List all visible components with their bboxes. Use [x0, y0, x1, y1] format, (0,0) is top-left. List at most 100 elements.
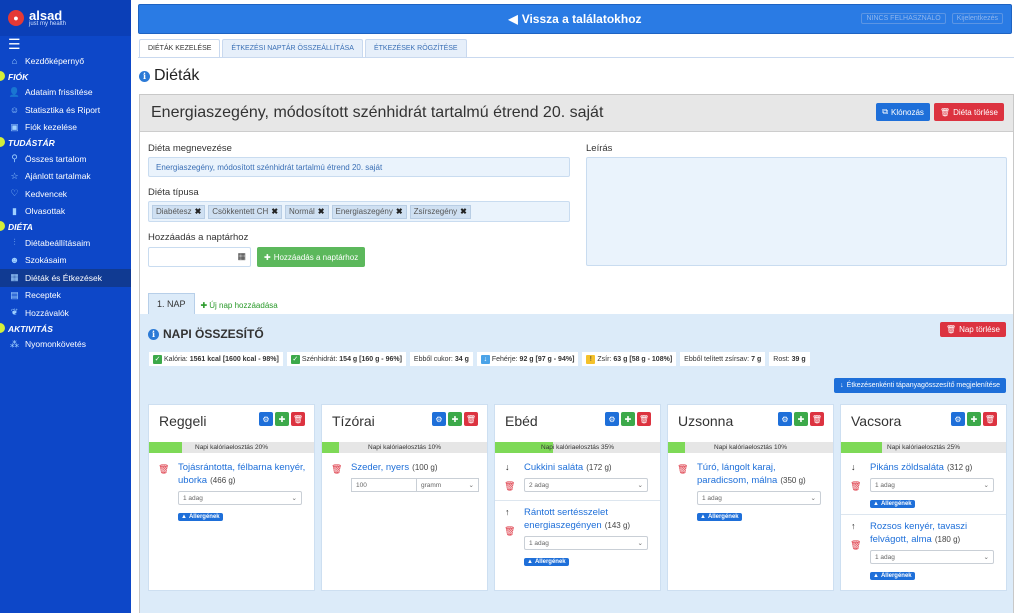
- trash-icon[interactable]: 🗑: [850, 481, 861, 492]
- sidebar-item-statistics[interactable]: ☺ Statisztika és Riport: [0, 101, 131, 119]
- settings-button[interactable]: ⚙: [432, 412, 446, 426]
- allergens-badge[interactable]: ▲ Allergének: [870, 572, 915, 580]
- settings-button[interactable]: ⚙: [778, 412, 792, 426]
- portion-select[interactable]: 1 adag ⌄: [870, 478, 994, 492]
- portion-select[interactable]: 2 adag ⌄: [524, 478, 648, 492]
- delete-meal-button[interactable]: 🗑: [291, 412, 305, 426]
- delete-diet-button[interactable]: 🗑 Diéta törlése: [933, 103, 1004, 121]
- move-down-icon[interactable]: ↓: [505, 462, 510, 472]
- delete-meal-button[interactable]: 🗑: [464, 412, 478, 426]
- food-link[interactable]: Cukkini saláta: [524, 462, 583, 473]
- plus-icon: ✚: [200, 300, 208, 310]
- portion-select[interactable]: 1 adag ⌄: [178, 491, 302, 505]
- back-to-results-button[interactable]: ◀ Vissza a találatokhoz NINCS FELHASZNÁL…: [138, 4, 1012, 34]
- portion-select[interactable]: 1 adag ⌄: [524, 536, 648, 550]
- chevron-down-icon: ⌄: [983, 482, 989, 489]
- sidebar-item-home[interactable]: ⌂ Kezdőképernyő: [0, 52, 131, 70]
- sidebar-section-aktivitas: AKTIVITÁS: [0, 322, 131, 336]
- remove-icon[interactable]: ✖: [318, 207, 325, 216]
- day-tab-1[interactable]: 1. NAP: [148, 293, 195, 314]
- trash-icon[interactable]: 🗑: [504, 481, 515, 492]
- quantity-input[interactable]: 100: [351, 478, 417, 492]
- settings-button[interactable]: ⚙: [259, 412, 273, 426]
- delete-meal-button[interactable]: 🗑: [637, 412, 651, 426]
- sidebar-item-ingredients[interactable]: ❦ Hozzávalók: [0, 304, 131, 322]
- delete-day-button[interactable]: 🗑 Nap törlése: [939, 322, 1006, 337]
- plus-icon: ✚: [970, 414, 978, 424]
- allergens-badge[interactable]: ▲ Allergének: [870, 500, 915, 508]
- add-food-button[interactable]: ✚: [448, 412, 462, 426]
- allergens-badge[interactable]: ▲ Allergének: [524, 558, 569, 566]
- users-icon: ☺: [9, 104, 20, 115]
- trash-icon[interactable]: 🗑: [677, 464, 688, 475]
- star-icon: ☆: [10, 170, 19, 181]
- move-down-icon[interactable]: ↓: [851, 462, 856, 472]
- tab-meal-recording[interactable]: ÉTKEZÉSEK RÖGZÍTÉSE: [364, 39, 467, 57]
- remove-icon[interactable]: ✖: [460, 207, 467, 216]
- brand-logo[interactable]: ● alsad just my health: [0, 0, 131, 36]
- sidebar-item-update-data[interactable]: 👤 Adataim frissítése: [0, 84, 131, 102]
- trash-icon[interactable]: 🗑: [331, 464, 342, 475]
- move-up-icon[interactable]: ↑: [505, 507, 510, 517]
- food-link[interactable]: Túró, lángolt karaj, paradicsom, málna: [697, 462, 777, 486]
- portion-select[interactable]: 1 adag ⌄: [870, 550, 994, 564]
- sidebar-item-account[interactable]: ▣ Fiók kezelése: [0, 119, 131, 137]
- hamburger-icon[interactable]: ☰: [0, 36, 131, 52]
- meal-card: Uzsonna ⚙ ✚ 🗑 Napi kalóriaelosztás 10% 🗑 Túró,…: [667, 404, 834, 591]
- diet-type-multiselect[interactable]: Diabétesz ✖ Csökkentett CH ✖ Normál ✖ Energ…: [148, 201, 570, 222]
- diet-type-chip[interactable]: Zsírszegény ✖: [409, 204, 471, 219]
- sidebar-item-tracking[interactable]: ⁂ Nyomonkövetés: [0, 336, 131, 354]
- remove-icon[interactable]: ✖: [271, 207, 278, 216]
- add-day-link[interactable]: ✚ Új nap hozzáadása: [201, 296, 278, 314]
- remove-icon[interactable]: ✖: [396, 207, 403, 216]
- date-input[interactable]: ▦: [148, 247, 251, 267]
- allergens-badge[interactable]: ▲ Allergének: [178, 513, 223, 521]
- arrow-down-icon: ↓: [480, 354, 490, 364]
- food-link[interactable]: Tojásrántotta, félbarna kenyér, uborka: [178, 462, 305, 486]
- show-meal-nutrient-summary-button[interactable]: ↓ Étkezésenkénti tápanyagösszesítő megjel…: [834, 378, 1006, 393]
- diet-type-chip[interactable]: Csökkentett CH ✖: [208, 204, 283, 219]
- sidebar-item-read[interactable]: ▮ Olvasottak: [0, 203, 131, 221]
- sidebar-item-habits[interactable]: ☻ Szokásaim: [0, 252, 131, 270]
- meal-card: Reggeli ⚙ ✚ 🗑 Napi kalóriaelosztás 20% 🗑 Tojás…: [148, 404, 315, 591]
- tab-diet-management[interactable]: DIÉTÁK KEZELÉSE: [139, 39, 221, 57]
- food-link[interactable]: Rántott sertésszelet energiaszegényen: [524, 507, 608, 531]
- clone-button[interactable]: ⧉ Klónozás: [876, 103, 930, 121]
- tab-meal-calendar[interactable]: ÉTKEZÉSI NAPTÁR ÖSSZEÁLLÍTÁSA: [222, 39, 363, 57]
- sidebar-item-favorites[interactable]: ♡ Kedvencek: [0, 185, 131, 203]
- add-food-button[interactable]: ✚: [794, 412, 808, 426]
- food-link[interactable]: Pikáns zöldsaláta: [870, 462, 944, 473]
- settings-button[interactable]: ⚙: [605, 412, 619, 426]
- delete-meal-button[interactable]: 🗑: [983, 412, 997, 426]
- portion-select[interactable]: 1 adag ⌄: [697, 491, 821, 505]
- settings-button[interactable]: ⚙: [951, 412, 965, 426]
- trash-icon[interactable]: 🗑: [158, 464, 169, 475]
- add-food-button[interactable]: ✚: [275, 412, 289, 426]
- trash-icon: 🗑: [939, 107, 951, 117]
- delete-meal-button[interactable]: 🗑: [810, 412, 824, 426]
- sidebar-item-recommended[interactable]: ☆ Ajánlott tartalmak: [0, 168, 131, 186]
- sidebar-item-diet-settings[interactable]: ⫶ Diétabeállításaim: [0, 234, 131, 252]
- add-food-button[interactable]: ✚: [967, 412, 981, 426]
- calorie-fill: [149, 442, 182, 453]
- diet-type-chip[interactable]: Energiaszegény ✖: [331, 204, 407, 219]
- sidebar-item-recipes[interactable]: ▤ Receptek: [0, 287, 131, 305]
- add-food-button[interactable]: ✚: [621, 412, 635, 426]
- calendar-icon[interactable]: ▦: [237, 251, 246, 262]
- allergens-badge[interactable]: ▲ Allergének: [697, 513, 742, 521]
- remove-icon[interactable]: ✖: [195, 207, 202, 216]
- trash-icon[interactable]: 🗑: [504, 526, 515, 537]
- description-textarea[interactable]: [586, 157, 1007, 266]
- logout-hint[interactable]: Kijelentkezés: [951, 13, 1003, 24]
- add-to-calendar-button[interactable]: ✚ Hozzáadás a naptárhoz: [257, 247, 366, 267]
- trash-icon[interactable]: 🗑: [850, 540, 861, 551]
- food-link[interactable]: Szeder, nyers: [351, 462, 409, 473]
- sidebar-item-all-content[interactable]: ⚲ Összes tartalom: [0, 150, 131, 168]
- diet-type-chip[interactable]: Diabétesz ✖: [152, 204, 206, 219]
- diet-type-chip[interactable]: Normál ✖: [285, 204, 329, 219]
- move-up-icon[interactable]: ↑: [851, 521, 856, 531]
- diet-name-input[interactable]: Energiaszegény, módosított szénhidrát ta…: [148, 157, 570, 177]
- food-weight: (312 g): [947, 463, 973, 472]
- unit-select[interactable]: gramm ⌄: [417, 478, 479, 492]
- sidebar-item-diets-meals[interactable]: ▦ Diéták és Étkezések: [0, 269, 131, 287]
